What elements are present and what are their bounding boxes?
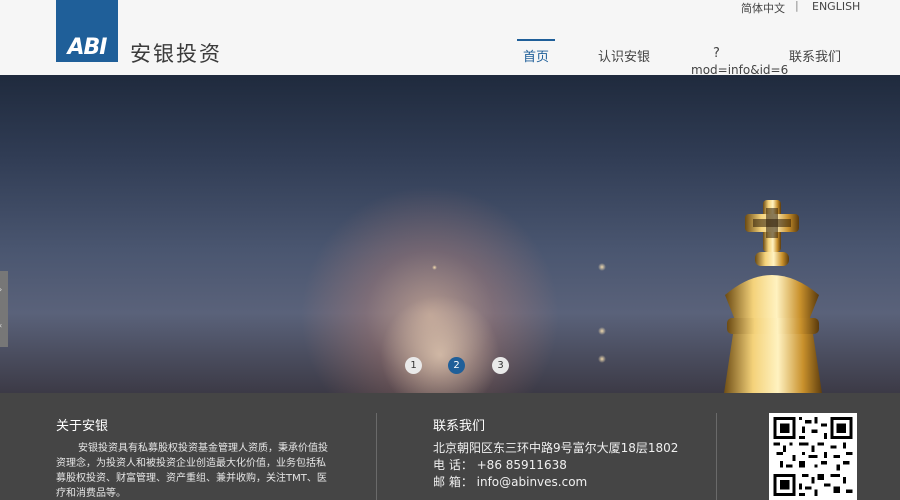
logo-mark-text: ABI [67,35,108,60]
chevron-icon: ‹ [0,321,2,330]
chevron-icon: › [0,285,2,294]
footer-about-body: 安银投资具有私募股权投资基金管理人资质，秉承价值投资理念，为投资人和被投资企业创… [56,443,328,499]
sparkle [598,327,606,335]
slide-prev-arrow[interactable]: › ‹ [0,271,8,347]
chess-king-image [724,200,822,393]
hero-banner[interactable]: › ‹ [0,75,900,393]
logo-mark[interactable]: ABI [56,0,118,62]
sparkle [432,265,437,270]
footer-about-title: 关于安银 [56,419,109,434]
nav-contact[interactable]: 联系我们 [789,46,841,65]
nav-unknown[interactable]: ? [713,46,720,61]
footer-divider [716,413,717,500]
lang-separator: | [795,0,799,12]
site-header: ABI 安银投资 简体中文 | ENGLISH 首页 认识安银 ? mod=in… [0,0,900,77]
sparkle [598,263,606,271]
logo-text[interactable]: 安银投资 [130,38,222,68]
footer-address: 北京朝阳区东三环中路9号富尔大厦18层1802 [433,441,679,455]
carousel-dot-1[interactable]: 1 [405,357,422,374]
qr-code-icon [769,413,857,500]
lang-english[interactable]: ENGLISH [812,0,860,13]
sparkle [598,355,606,363]
footer-contact-title: 联系我们 [433,419,486,434]
footer-divider [376,413,377,500]
nav-about[interactable]: 认识安银 [598,46,650,65]
footer-phone: 电 话： +86 85911638 [433,458,567,472]
nav-home[interactable]: 首页 [517,46,555,65]
carousel-dot-2[interactable]: 2 [448,357,465,374]
footer-email[interactable]: 邮 箱： info@abinves.com [433,473,587,490]
site-footer: 关于安银 安银投资具有私募股权投资基金管理人资质，秉承价值投资理念，为投资人和被… [0,393,900,500]
lang-simplified-chinese[interactable]: 简体中文 [741,0,785,16]
carousel-dot-3[interactable]: 3 [492,357,509,374]
nav-active-indicator [517,39,555,41]
